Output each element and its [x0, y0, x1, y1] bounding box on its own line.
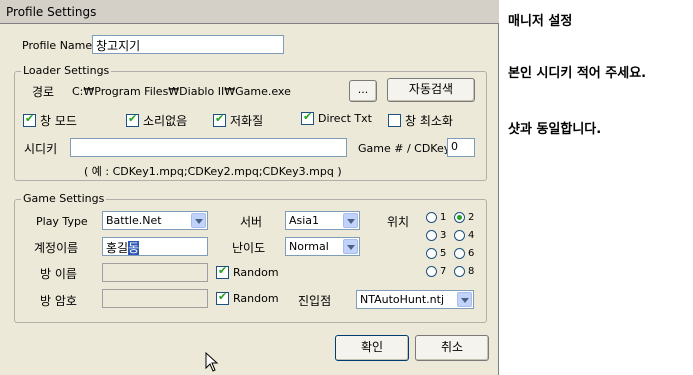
account-label: 계정이름 — [34, 241, 79, 255]
browse-button[interactable]: ... — [349, 80, 377, 102]
room-name-label: 방 이름 — [40, 267, 77, 281]
radio-icon — [426, 212, 437, 223]
position-radio-2[interactable]: 2 — [454, 212, 474, 223]
radio-label: 3 — [440, 230, 447, 241]
note-manager-settings: 매니저 설정 — [508, 14, 573, 29]
radio-label: 1 — [440, 212, 447, 223]
room-password-input[interactable] — [102, 289, 208, 308]
random-label: Random — [233, 266, 279, 279]
radio-icon — [454, 266, 465, 277]
dropdown-arrow-icon — [457, 292, 472, 307]
radio-label: 5 — [440, 248, 447, 259]
difficulty-select[interactable]: Normal — [285, 237, 360, 256]
profile-settings-dialog: Profile Settings Profile Name 창고지기 Loade… — [0, 0, 499, 375]
radio-icon — [454, 230, 465, 241]
radio-icon — [454, 248, 465, 259]
minimize-label: 창 최소화 — [405, 114, 453, 128]
position-radio-1[interactable]: 1 — [426, 212, 446, 223]
position-radio-8[interactable]: 8 — [454, 266, 474, 277]
account-value: 홍길 — [106, 241, 129, 255]
radio-selected-icon — [454, 212, 465, 223]
position-radio-7[interactable]: 7 — [426, 266, 446, 277]
window-title: Profile Settings — [6, 5, 97, 19]
server-label: 서버 — [240, 215, 263, 229]
position-radio-3[interactable]: 3 — [426, 230, 446, 241]
play-type-label: Play Type — [36, 215, 88, 228]
entry-point-select[interactable]: NTAutoHunt.ntj — [356, 290, 474, 309]
dropdown-arrow-icon — [191, 213, 206, 228]
checkbox-empty-icon — [388, 114, 401, 127]
cdkey-input[interactable] — [70, 138, 347, 157]
server-select[interactable]: Asia1 — [285, 211, 360, 230]
room-name-random-checkbox[interactable]: Random — [216, 264, 279, 279]
radio-label: 8 — [468, 266, 475, 277]
entry-point-label: 진입점 — [298, 294, 332, 308]
position-radio-4[interactable]: 4 — [454, 230, 474, 241]
cancel-button[interactable]: 취소 — [415, 335, 489, 361]
path-label: 경로 — [32, 85, 55, 99]
game-settings-title: Game Settings — [21, 192, 107, 205]
checkbox-checked-icon — [216, 264, 229, 279]
room-password-label: 방 암호 — [40, 294, 77, 308]
minimize-checkbox[interactable]: 창 최소화 — [388, 112, 453, 129]
auto-search-button[interactable]: 자동검색 — [387, 78, 475, 102]
dropdown-arrow-icon — [343, 239, 358, 254]
checkbox-checked-icon — [301, 110, 314, 125]
server-value: Asia1 — [289, 214, 320, 227]
note-enter-cdkey: 본인 시디키 적어 주세요. — [508, 66, 647, 81]
position-radio-6[interactable]: 6 — [454, 248, 474, 259]
checkbox-checked-icon — [216, 290, 229, 305]
position-radio-5[interactable]: 5 — [426, 248, 446, 259]
loader-settings-title: Loader Settings — [21, 64, 112, 77]
radio-icon — [426, 266, 437, 277]
direct-txt-checkbox[interactable]: Direct Txt — [301, 110, 372, 125]
low-quality-label: 저화질 — [230, 114, 264, 128]
cdkey-example: ( 예 : CDKey1.mpq;CDKey2.mpq;CDKey3.mpq ) — [84, 165, 342, 178]
radio-label: 4 — [468, 230, 475, 241]
note-same-as-shot: 샷과 동일합니다. — [508, 122, 602, 137]
radio-label: 7 — [440, 266, 447, 277]
room-password-random-checkbox[interactable]: Random — [216, 290, 279, 305]
checkbox-checked-icon — [126, 112, 139, 127]
no-sound-label: 소리없음 — [143, 114, 188, 128]
checkbox-checked-icon — [213, 112, 226, 127]
radio-icon — [426, 230, 437, 241]
game-cdkey-input[interactable]: 0 — [447, 138, 475, 157]
title-bar: Profile Settings — [0, 0, 499, 24]
path-value: C:₩Program Files₩Diablo II₩Game.exe — [72, 85, 291, 98]
room-name-input[interactable] — [102, 263, 208, 282]
account-selected-text: 동 — [128, 241, 140, 255]
account-input[interactable]: 홍길동 — [102, 237, 208, 256]
cdkey-label: 시디키 — [24, 142, 58, 156]
window-mode-checkbox[interactable]: 창 모드 — [23, 112, 77, 129]
radio-icon — [426, 248, 437, 259]
play-type-value: Battle.Net — [106, 214, 162, 227]
dropdown-arrow-icon — [343, 213, 358, 228]
direct-txt-label: Direct Txt — [318, 112, 372, 125]
low-quality-checkbox[interactable]: 저화질 — [213, 112, 263, 129]
game-cdkey-label: Game # / CDKey — [358, 142, 451, 155]
profile-name-input[interactable]: 창고지기 — [92, 35, 284, 54]
ok-button[interactable]: 확인 — [335, 335, 409, 361]
play-type-select[interactable]: Battle.Net — [102, 211, 208, 230]
random-label: Random — [233, 292, 279, 305]
difficulty-value: Normal — [289, 240, 329, 253]
entry-point-value: NTAutoHunt.ntj — [360, 293, 444, 306]
radio-label: 6 — [468, 248, 475, 259]
window-mode-label: 창 모드 — [40, 114, 77, 128]
radio-label: 2 — [468, 212, 475, 223]
difficulty-label: 난이도 — [232, 241, 266, 255]
position-label: 위치 — [387, 215, 410, 229]
checkbox-checked-icon — [23, 112, 36, 127]
no-sound-checkbox[interactable]: 소리없음 — [126, 112, 187, 129]
mouse-pointer-icon — [205, 352, 219, 372]
profile-name-label: Profile Name — [22, 39, 93, 52]
